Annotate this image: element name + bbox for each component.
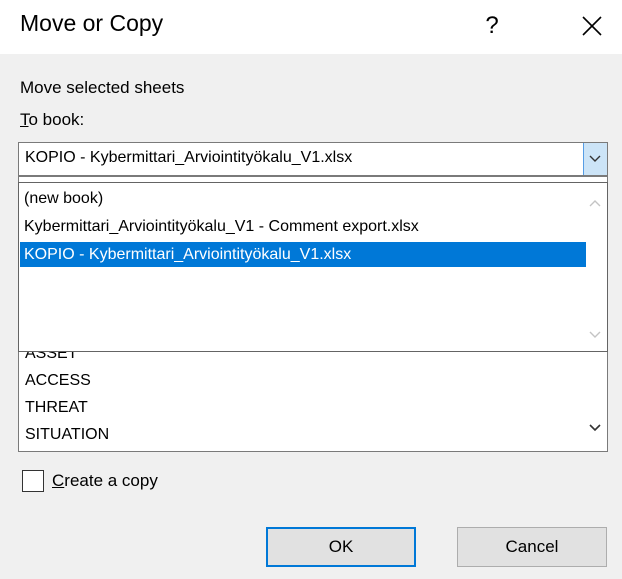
dialog-title: Move or Copy — [20, 10, 164, 36]
create-copy-mnemonic: C — [52, 471, 65, 490]
list-item[interactable]: SITUATION — [25, 426, 109, 444]
move-selected-sheets-label: Move selected sheets — [20, 78, 185, 97]
close-button[interactable] — [572, 6, 612, 46]
dialog-title-bar: Move or Copy ? — [0, 0, 622, 54]
ok-button[interactable]: OK — [266, 527, 416, 567]
to-book-label: To book: — [20, 110, 84, 130]
close-icon — [582, 16, 602, 36]
dropdown-option-kopio[interactable]: KOPIO - Kybermittari_Arviointityökalu_V1… — [20, 242, 586, 267]
to-book-dropdown-button[interactable] — [583, 143, 607, 175]
chevron-down-icon — [589, 155, 601, 162]
to-book-combobox[interactable]: KOPIO - Kybermittari_Arviointityökalu_V1… — [18, 142, 608, 176]
to-book-mnemonic: T — [20, 110, 29, 129]
list-item[interactable]: THREAT — [25, 399, 88, 417]
chevron-down-icon — [589, 331, 601, 338]
list-item[interactable]: ACCESS — [25, 372, 91, 390]
to-book-label-text: o book: — [28, 110, 85, 129]
chevron-up-icon — [589, 200, 601, 207]
sheet-list-scroll-down-button[interactable] — [587, 420, 603, 436]
create-copy-checkbox[interactable] — [22, 470, 44, 492]
dropdown-scroll-up-button[interactable] — [587, 195, 603, 211]
dropdown-scroll-down-button[interactable] — [587, 327, 603, 343]
chevron-down-icon — [589, 424, 601, 432]
create-copy-label[interactable]: Create a copy — [52, 471, 158, 491]
create-copy-label-text: reate a copy — [64, 471, 158, 490]
to-book-selected-value: KOPIO - Kybermittari_Arviointityökalu_V1… — [25, 149, 353, 166]
dropdown-option-comment-export[interactable]: Kybermittari_Arviointityökalu_V1 - Comme… — [20, 214, 586, 239]
to-book-dropdown-list[interactable]: (new book) Kybermittari_Arviointityökalu… — [18, 182, 608, 352]
help-button[interactable]: ? — [472, 6, 512, 46]
dropdown-option-new-book[interactable]: (new book) — [20, 186, 586, 211]
cancel-button[interactable]: Cancel — [457, 527, 607, 567]
